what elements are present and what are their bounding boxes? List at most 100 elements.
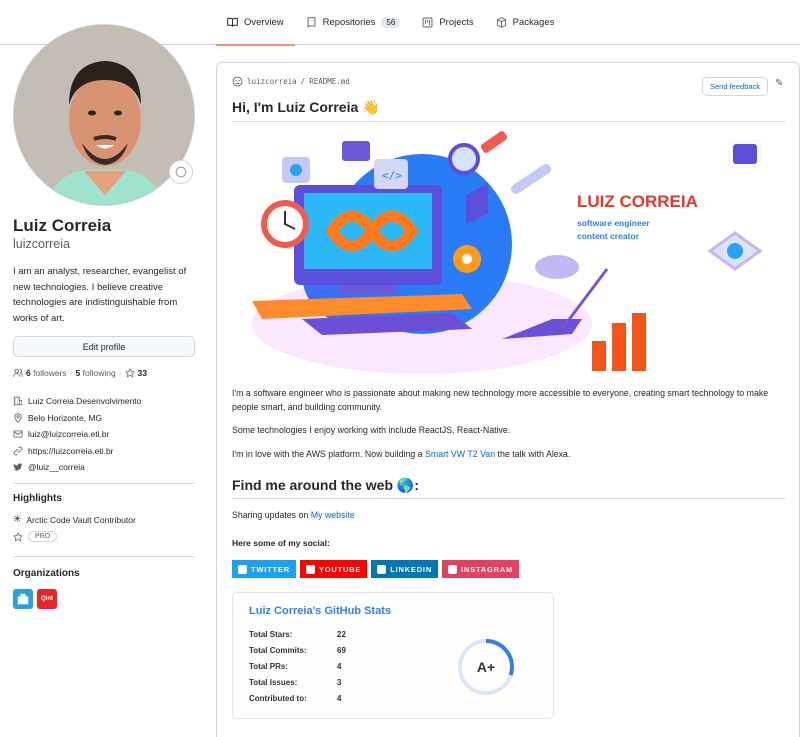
badge-label: INSTAGRAM [461, 564, 514, 574]
highlight-item: ✳ Arctic Code Vault Contributor [13, 514, 136, 525]
tab-projects[interactable]: Projects [411, 0, 484, 45]
linkedin-badge[interactable]: LINKEDIN [371, 560, 439, 578]
profile-sidebar [13, 24, 195, 206]
stats-label: Contributed to: [249, 694, 307, 703]
readme-path: luizcorreia / README.md [232, 76, 350, 87]
pencil-icon: ✎ [775, 78, 784, 89]
instagram-badge[interactable]: INSTAGRAM [442, 560, 520, 578]
company-row: Luiz Correia Desenvolvimento [13, 393, 141, 410]
following-label: following [82, 368, 116, 378]
readme-user-link[interactable]: luizcorreia [247, 77, 297, 86]
smiley-icon [175, 166, 187, 178]
profile-details: Luiz Correia Desenvolvimento Belo Horizo… [13, 393, 141, 476]
smart-van-link[interactable]: Smart VW T2 Van [425, 449, 495, 459]
mail-icon [13, 430, 23, 438]
snowflake-icon: ✳ [13, 514, 22, 525]
banner-role-2: content creator [577, 231, 640, 241]
twitter-badge[interactable]: TWITTER [232, 560, 296, 578]
profile-readme: luizcorreia / README.md Send feedback ✎ … [216, 62, 800, 737]
stats-value: 3 [337, 678, 342, 687]
banner-name: LUIZ CORREIA [577, 192, 698, 211]
grade-text: A+ [477, 659, 495, 675]
tab-repositories[interactable]: Repositories 56 [295, 0, 412, 45]
readme-paragraph-intro: I'm a software engineer who is passionat… [232, 388, 769, 412]
readme-file-link[interactable]: README.md [309, 77, 350, 86]
star-icon [13, 531, 23, 541]
organization-avatar[interactable]: Qint [37, 589, 57, 609]
set-status-button[interactable] [169, 160, 193, 184]
following-link[interactable]: 5 following [76, 368, 116, 378]
stats-label: Total Issues: [249, 678, 298, 687]
my-website-link[interactable]: My website [311, 510, 355, 520]
aws-text-before: I'm in love with the AWS platform. Now b… [232, 449, 426, 459]
badge-label: YOUTUBE [318, 564, 362, 574]
people-icon [13, 368, 23, 377]
edit-profile-button[interactable]: Edit profile [13, 336, 195, 357]
edit-readme-button[interactable]: ✎ [775, 78, 783, 89]
separator-dot: · [69, 368, 73, 378]
project-icon [422, 17, 433, 28]
sharing-text: Sharing updates on [232, 510, 311, 520]
followers-label: followers [33, 368, 67, 378]
sidebar-divider [13, 556, 195, 557]
tab-overview[interactable]: Overview [216, 0, 295, 46]
package-icon [496, 17, 506, 28]
stats-label: Total PRs: [249, 662, 288, 671]
profile-full-name: Luiz Correia [13, 216, 112, 235]
readme-title: Hi, I'm Luiz Correia 👋 [232, 99, 380, 115]
path-separator: / [300, 77, 306, 86]
stats-title: Luiz Correia's GitHub Stats [249, 605, 391, 617]
tab-label: Repositories [322, 17, 376, 28]
tab-packages[interactable]: Packages [485, 0, 566, 45]
aws-text-after: the talk with Alexa. [495, 449, 571, 459]
followers-count: 6 [26, 368, 31, 378]
profile-login: luizcorreia [13, 237, 70, 251]
organizations-heading: Organizations [13, 568, 80, 579]
highlight-label[interactable]: Arctic Code Vault Contributor [26, 515, 135, 525]
following-count: 5 [75, 368, 81, 378]
link-icon [13, 446, 23, 456]
pro-badge: PRO [28, 531, 58, 542]
youtube-icon [305, 564, 315, 574]
find-me-heading: Find me around the web 🌎: [232, 477, 419, 493]
instagram-icon [448, 564, 458, 574]
email-link[interactable]: luiz@luizcorreia.eti.br [28, 429, 109, 439]
youtube-badge[interactable]: YOUTUBE [299, 560, 368, 578]
heading-rule [232, 121, 786, 122]
svg-text:</>: </> [382, 169, 402, 182]
website-row: https://luizcorreia.eti.br [13, 443, 141, 460]
stats-value: 4 [337, 694, 342, 703]
github-stats-card: Luiz Correia's GitHub Stats Total Stars:… [232, 592, 554, 719]
smiley-icon [232, 76, 243, 87]
location-icon [14, 413, 22, 423]
send-feedback-button[interactable]: Send feedback [702, 77, 769, 96]
location-text: Belo Horizonte, MG [28, 412, 103, 423]
separator-dot: · [118, 368, 122, 378]
tab-label: Overview [244, 17, 284, 28]
organization-avatar[interactable] [13, 589, 33, 609]
company-text: Luiz Correia Desenvolvimento [28, 396, 142, 407]
sidebar-divider [13, 483, 195, 484]
repo-count-badge: 56 [381, 17, 401, 28]
website-link[interactable]: https://luizcorreia.eti.br [28, 446, 114, 456]
readme-paragraph-aws: I'm in love with the AWS platform. Now b… [232, 447, 792, 461]
heading-rule [232, 498, 786, 499]
twitter-handle[interactable]: @luiz__correia [28, 462, 85, 472]
tab-label: Projects [439, 17, 474, 28]
org-logo-text: Qint [41, 596, 53, 602]
stats-value: 69 [337, 646, 346, 655]
linkedin-icon [377, 564, 387, 574]
twitter-icon [238, 564, 247, 574]
avatar[interactable] [13, 24, 195, 206]
avatar-portrait [14, 25, 194, 205]
badge-label: LINKEDIN [390, 564, 433, 574]
stats-value: 4 [337, 662, 342, 671]
readme-paragraph-tech: Some technologies I enjoy working with i… [232, 425, 511, 435]
organizations-list: Qint [13, 589, 57, 609]
location-row: Belo Horizonte, MG [13, 410, 141, 427]
pro-row: PRO [13, 531, 58, 542]
profile-bio: I am an analyst, researcher, evangelist … [13, 266, 187, 324]
stars-count[interactable]: 33 [138, 368, 147, 378]
book-icon [227, 17, 238, 27]
followers-link[interactable]: 6 followers [26, 368, 67, 378]
